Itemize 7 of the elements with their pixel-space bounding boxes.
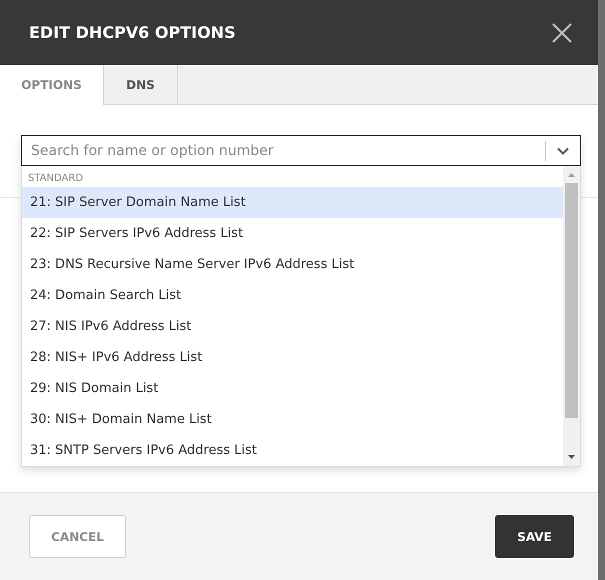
close-button[interactable]	[550, 20, 574, 44]
dropdown-option[interactable]: 21: SIP Server Domain Name List	[22, 187, 563, 218]
save-button[interactable]: SAVE	[495, 515, 574, 558]
group-label: STANDARD	[27, 172, 84, 186]
scrollbar[interactable]	[563, 166, 580, 466]
close-icon	[550, 20, 574, 44]
dialog-title: EDIT DHCPV6 OPTIONS	[29, 23, 236, 42]
